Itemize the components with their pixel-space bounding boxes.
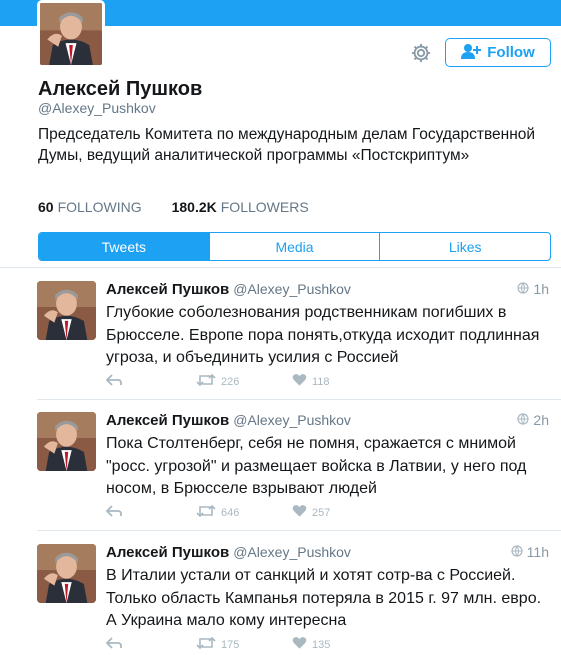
- tweet-time: 2h: [533, 412, 549, 428]
- globe-icon: [517, 281, 530, 297]
- tweet-time: 1h: [533, 281, 549, 297]
- timeline-divider: [0, 267, 561, 268]
- following-count: 60: [38, 199, 54, 215]
- tab-tweets[interactable]: Tweets: [39, 233, 210, 260]
- profile-stats: 60 FOLLOWING 180.2K FOLLOWERS: [38, 199, 309, 215]
- tweet-author-name[interactable]: Алексей Пушков: [106, 281, 229, 298]
- profile-name: Алексей Пушков: [38, 78, 203, 100]
- tweet-header: Алексей Пушков @Alexey_Pushkov: [106, 281, 351, 298]
- followers-label: FOLLOWERS: [220, 199, 309, 215]
- tweet-time: 11h: [526, 544, 549, 560]
- tab-likes[interactable]: Likes: [380, 233, 550, 260]
- followers-count: 180.2K: [171, 199, 217, 215]
- tweet-header: Алексей Пушков @Alexey_Pushkov: [106, 412, 351, 429]
- follow-label: Follow: [487, 44, 535, 61]
- profile-handle: @Alexey_Pushkov: [38, 100, 156, 116]
- retweet-button[interactable]: 175: [196, 636, 239, 653]
- retweet-icon: [196, 373, 216, 390]
- following-stat[interactable]: 60 FOLLOWING: [38, 199, 142, 215]
- following-label: FOLLOWING: [57, 199, 142, 215]
- tweet-author-handle[interactable]: @Alexey_Pushkov: [233, 544, 351, 560]
- tab-media[interactable]: Media: [210, 233, 381, 260]
- retweet-icon: [196, 504, 216, 521]
- settings-gear-icon[interactable]: [410, 42, 432, 64]
- retweet-button[interactable]: 226: [196, 373, 239, 390]
- tweet-text: В Италии устали от санкций и хотят сотр-…: [106, 567, 542, 629]
- tweet-author-name[interactable]: Алексей Пушков: [106, 412, 229, 429]
- tweet-actions: 646 257: [106, 504, 406, 520]
- reply-icon[interactable]: [106, 373, 122, 387]
- like-heart-icon: [292, 504, 307, 521]
- like-count: 118: [312, 375, 330, 388]
- tweet-timestamp[interactable]: 1h: [517, 281, 549, 297]
- tweet-author-handle[interactable]: @Alexey_Pushkov: [233, 281, 351, 297]
- globe-icon: [517, 412, 530, 428]
- tweet-avatar[interactable]: [37, 281, 96, 340]
- tweet-actions: 226 118: [106, 373, 406, 389]
- profile-bio: Председатель Комитета по международным д…: [38, 126, 536, 164]
- tweet-author-handle[interactable]: @Alexey_Pushkov: [233, 412, 351, 428]
- retweet-count: 175: [221, 638, 240, 651]
- globe-icon: [511, 544, 523, 560]
- tweet-actions: 175 135: [106, 636, 406, 652]
- like-button[interactable]: 118: [292, 373, 330, 390]
- like-count: 135: [312, 638, 331, 651]
- like-button[interactable]: 135: [292, 636, 330, 653]
- profile-tabs: Tweets Media Likes: [38, 232, 551, 261]
- tweet-header: Алексей Пушков @Alexey_Pushkov: [106, 544, 351, 561]
- tweet-author-name[interactable]: Алексей Пушков: [106, 544, 229, 561]
- followers-stat[interactable]: 180.2K FOLLOWERS: [172, 199, 309, 215]
- tweet-avatar[interactable]: [37, 412, 96, 471]
- like-heart-icon: [292, 373, 307, 390]
- follow-user-icon: [461, 43, 482, 63]
- retweet-button[interactable]: 646: [196, 504, 239, 521]
- tweet-timestamp[interactable]: 11h: [511, 544, 549, 560]
- tweet-divider: [37, 399, 561, 400]
- reply-icon[interactable]: [106, 504, 122, 518]
- tweet-text: Пока Столтенберг, себя не помня, сражает…: [106, 435, 527, 497]
- follow-button[interactable]: Follow: [445, 38, 551, 67]
- retweet-count: 646: [221, 506, 240, 519]
- like-count: 257: [312, 506, 331, 519]
- like-heart-icon: [292, 636, 307, 653]
- tweet-timestamp[interactable]: 2h: [517, 412, 549, 428]
- profile-avatar[interactable]: [37, 0, 105, 68]
- tweet-divider: [37, 530, 561, 531]
- retweet-count: 226: [221, 375, 240, 388]
- like-button[interactable]: 257: [292, 504, 330, 521]
- reply-icon[interactable]: [106, 636, 122, 650]
- retweet-icon: [196, 636, 216, 653]
- tweet-avatar[interactable]: [37, 544, 96, 603]
- tweet-text: Глубокие соболезнования родственникам по…: [106, 304, 540, 366]
